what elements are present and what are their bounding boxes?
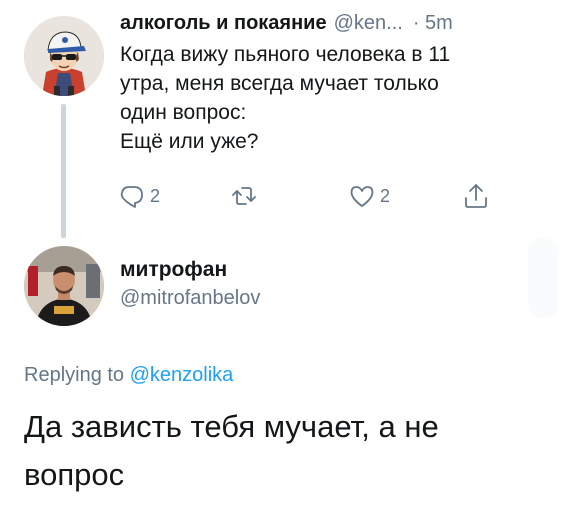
more-options-area[interactable] — [528, 238, 558, 318]
tweet2-text: Да зависть тебя мучает, а не вопрос — [24, 409, 439, 492]
tweet1-text: Когда вижу пьяного человека в 11 утра, м… — [120, 43, 451, 153]
heart-icon — [350, 186, 374, 207]
tweet2-author-handle[interactable]: @mitrofanbelov — [120, 287, 260, 310]
replying-to-line: Replying to @kenzolika — [24, 364, 233, 387]
thread-line — [61, 104, 66, 238]
retweet-button[interactable] — [230, 180, 262, 212]
tweet1-timestamp[interactable]: · 5m — [413, 12, 453, 35]
tweet1-actions: 2 2 — [118, 180, 508, 212]
reply-icon — [120, 186, 143, 208]
reply-count: 2 — [150, 185, 161, 206]
man-photo-icon — [24, 246, 104, 326]
share-button[interactable] — [462, 180, 490, 212]
tweet1-author-name[interactable]: алкоголь и покаяние — [120, 12, 327, 35]
tweet1-author-handle[interactable]: @ken... — [334, 12, 403, 35]
avatar-alcohol-and-repentance[interactable] — [24, 16, 104, 96]
tweet2-author-name[interactable]: митрофан — [120, 258, 227, 282]
replying-to-label: Replying to — [24, 364, 125, 386]
like-count: 2 — [380, 185, 391, 206]
like-button[interactable]: 2 — [348, 180, 390, 212]
avatar-mitrofan[interactable] — [24, 246, 104, 326]
share-icon — [465, 184, 487, 208]
retweet-icon — [232, 187, 256, 205]
cartoon-boy-icon — [24, 16, 104, 96]
reply-button[interactable]: 2 — [118, 180, 160, 212]
replying-to-mention[interactable]: @kenzolika — [130, 364, 234, 386]
tweet1-header: алкоголь и покаяние @ken... · 5m — [120, 12, 453, 35]
